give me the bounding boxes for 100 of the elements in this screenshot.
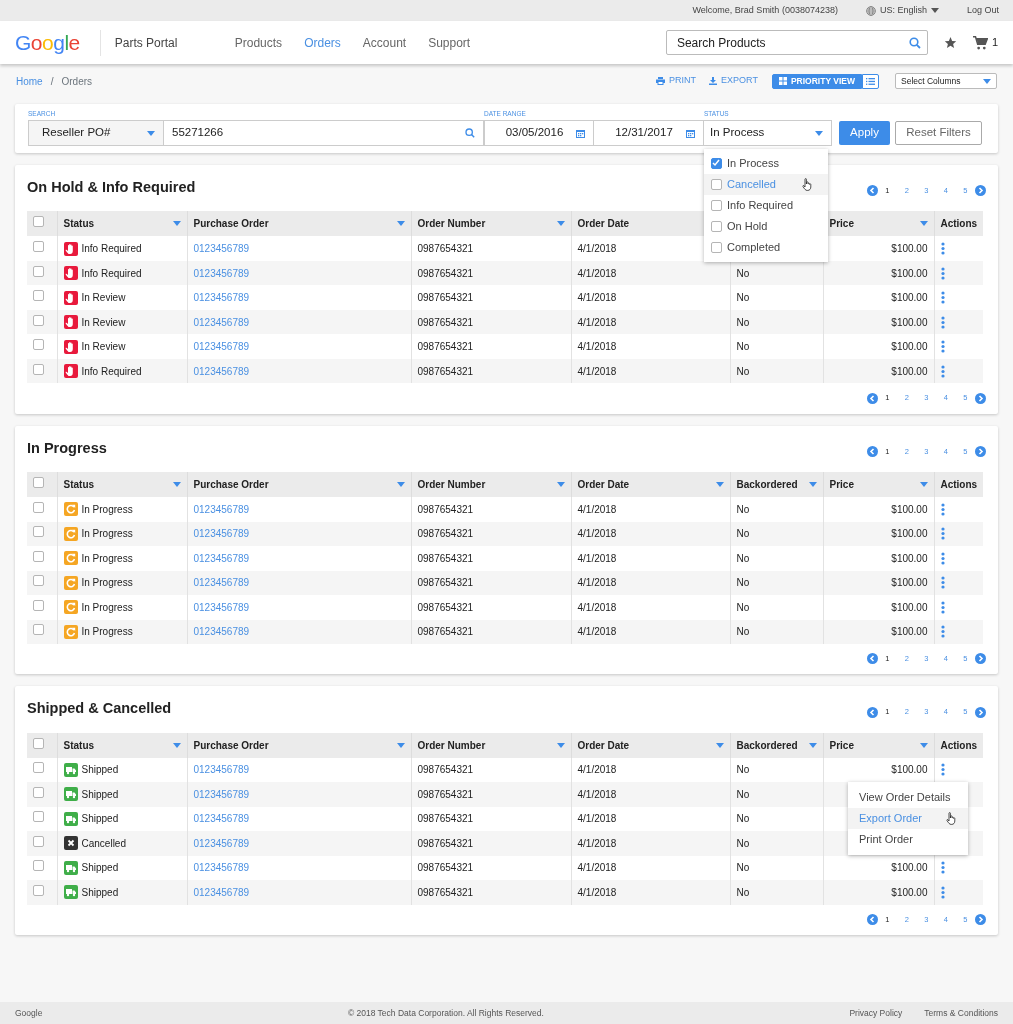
row-checkbox[interactable] [33,786,44,798]
column-header[interactable]: Status [63,216,95,232]
row-checkbox[interactable] [33,339,44,351]
priority-view-button[interactable]: PRIORITY VIEW [771,73,862,89]
column-header[interactable]: Status [63,477,95,493]
row-checkbox[interactable] [33,290,44,302]
kebab-menu-icon[interactable] [940,527,945,541]
select-columns-dropdown[interactable]: Select Columns [895,73,997,89]
kebab-menu-icon[interactable] [940,502,945,516]
column-header[interactable]: Status [63,737,95,753]
chevron-left-icon[interactable] [866,445,878,457]
chevron-right-icon[interactable] [975,913,986,925]
search-input[interactable]: 55271266 [164,120,484,146]
nav-link[interactable]: Orders [304,33,341,52]
chevron-right-icon[interactable] [975,445,986,457]
menu-item[interactable]: View Order Details [848,787,968,809]
row-checkbox[interactable] [33,762,44,774]
kebab-menu-icon[interactable] [940,364,945,378]
cart-icon[interactable] [972,35,988,50]
row-checkbox[interactable] [33,624,44,636]
row-checkbox[interactable] [33,526,44,538]
purchase-order-link[interactable]: 0123456789 [193,862,250,874]
status-option[interactable]: Cancelled [704,174,828,195]
kebab-menu-icon[interactable] [940,861,945,875]
purchase-order-link[interactable]: 0123456789 [193,341,250,353]
purchase-order-link[interactable]: 0123456789 [193,577,250,589]
purchase-order-link[interactable]: 0123456789 [193,764,250,776]
chevron-left-icon[interactable] [866,706,878,718]
purchase-order-link[interactable]: 0123456789 [193,886,250,898]
kebab-menu-icon[interactable] [940,315,945,329]
column-header[interactable]: Price [829,737,854,753]
purchase-order-link[interactable]: 0123456789 [193,528,250,540]
search-icon[interactable] [908,36,921,49]
status-dropdown[interactable]: In Process [704,120,832,146]
row-checkbox[interactable] [33,599,44,611]
purchase-order-link[interactable]: 0123456789 [193,316,250,328]
logo[interactable]: Google [15,29,101,56]
footer-link[interactable]: Terms & Conditions [924,1006,998,1020]
status-option[interactable]: In Process [704,153,828,174]
checkbox[interactable] [711,179,722,190]
row-checkbox[interactable] [33,835,44,847]
nav-link[interactable]: Support [428,33,471,52]
checkbox[interactable] [711,158,722,169]
status-option[interactable]: Completed [704,237,828,258]
menu-item[interactable]: Print Order [848,829,968,851]
nav-link[interactable]: Products [234,33,283,52]
chevron-right-icon[interactable] [975,706,986,718]
calendar-icon[interactable] [686,128,695,138]
chevron-left-icon[interactable] [866,392,878,404]
purchase-order-link[interactable]: 0123456789 [193,626,250,638]
chevron-right-icon[interactable] [975,185,986,197]
kebab-menu-icon[interactable] [940,576,945,590]
purchase-order-link[interactable]: 0123456789 [193,813,250,825]
purchase-order-link[interactable]: 0123456789 [193,552,250,564]
purchase-order-link[interactable]: 0123456789 [193,267,250,279]
language-dropdown[interactable]: US: English [865,3,939,18]
status-option[interactable]: On Hold [704,216,828,237]
star-icon[interactable] [943,36,957,49]
search-type-dropdown[interactable]: Reseller PO# [28,120,164,146]
chevron-left-icon[interactable] [866,185,878,197]
row-checkbox[interactable] [33,884,44,896]
search-field[interactable]: Search Products [665,30,928,55]
kebab-menu-icon[interactable] [940,625,945,639]
row-checkbox[interactable] [33,265,44,277]
list-view-button[interactable] [862,73,879,89]
chevron-left-icon[interactable] [866,653,878,665]
footer-link[interactable]: Privacy Policy [849,1006,903,1020]
purchase-order-link[interactable]: 0123456789 [193,503,250,515]
breadcrumb-link[interactable]: Home [16,74,43,89]
column-header[interactable]: Price [829,477,854,493]
kebab-menu-icon[interactable] [940,763,945,777]
row-checkbox[interactable] [33,314,44,326]
apply-button[interactable]: Apply [839,121,890,145]
kebab-menu-icon[interactable] [940,340,945,354]
chevron-left-icon[interactable] [866,913,878,925]
checkbox[interactable] [711,221,722,232]
checkbox[interactable] [711,242,722,253]
row-checkbox[interactable] [33,501,44,513]
purchase-order-link[interactable]: 0123456789 [193,243,250,255]
select-all-checkbox[interactable] [33,477,44,489]
print-link[interactable]: PRINT [656,74,697,88]
row-checkbox[interactable] [33,241,44,253]
purchase-order-link[interactable]: 0123456789 [193,292,250,304]
purchase-order-link[interactable]: 0123456789 [193,837,250,849]
status-option[interactable]: Info Required [704,195,828,216]
purchase-order-link[interactable]: 0123456789 [193,788,250,800]
select-all-checkbox[interactable] [33,216,44,228]
row-checkbox[interactable] [33,575,44,587]
purchase-order-link[interactable]: 0123456789 [193,365,250,377]
kebab-menu-icon[interactable] [940,266,945,280]
kebab-menu-icon[interactable] [940,600,945,614]
kebab-menu-icon[interactable] [940,242,945,256]
kebab-menu-icon[interactable] [940,885,945,899]
chevron-right-icon[interactable] [975,653,986,665]
calendar-icon[interactable] [576,128,585,138]
column-header[interactable]: Price [829,216,854,232]
date-to-field[interactable]: 12/31/2017 [594,120,704,146]
menu-item[interactable]: Export Order [848,808,968,830]
row-checkbox[interactable] [33,363,44,375]
chevron-right-icon[interactable] [975,392,986,404]
